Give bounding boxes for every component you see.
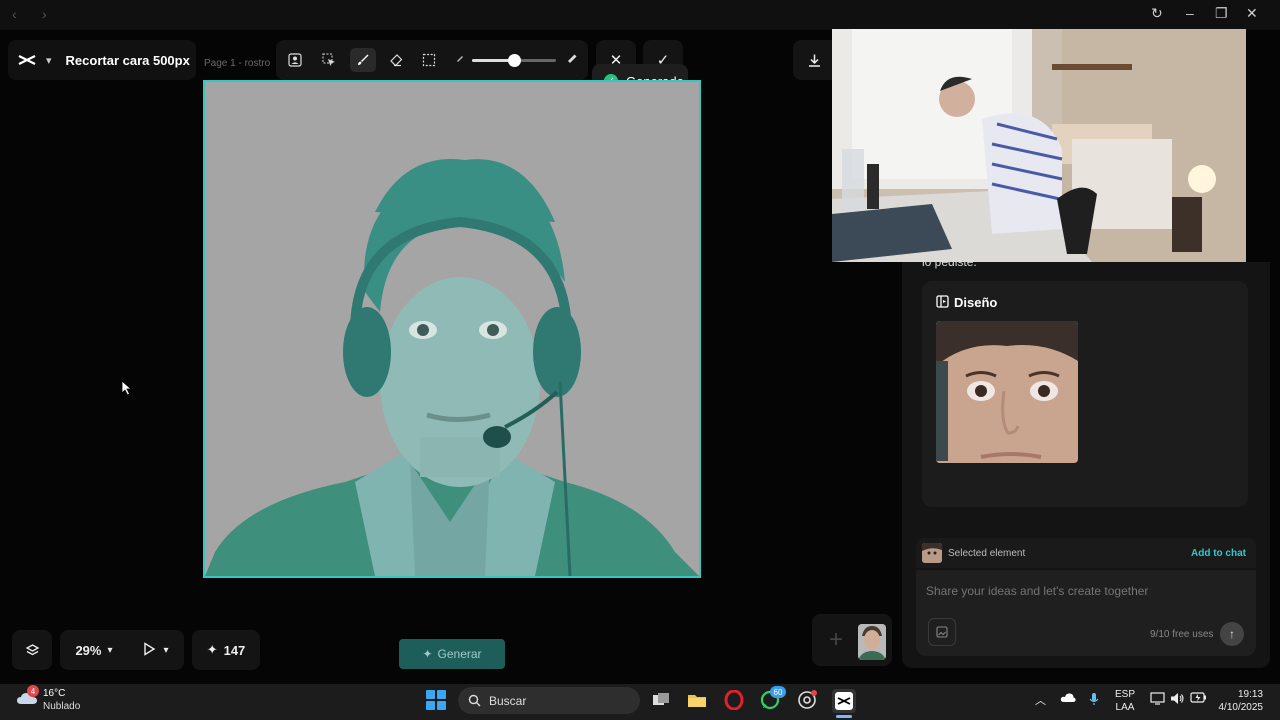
search-label: Buscar	[489, 693, 527, 708]
chat-composer: 9/10 free uses ↑	[916, 570, 1256, 656]
page-strip: +	[812, 614, 892, 666]
generate-button[interactable]: ✦ Generar	[399, 639, 505, 669]
webcam-overlay	[832, 29, 1246, 262]
download-button[interactable]	[793, 40, 835, 80]
design-card[interactable]: Diseño	[922, 281, 1248, 507]
windows-taskbar	[0, 684, 1280, 720]
task-view-icon[interactable]	[650, 689, 672, 711]
design-icon	[936, 295, 949, 311]
pointer-chevron-down-icon[interactable]: ▾	[164, 645, 169, 656]
layers-icon	[25, 643, 39, 655]
assistant-message-fragment: lo pediste.	[922, 255, 977, 269]
selected-element-row: Selected element Add to chat	[916, 538, 1256, 568]
canvas-artboard[interactable]	[203, 80, 701, 578]
attach-image-icon[interactable]	[928, 618, 956, 646]
send-arrow-icon[interactable]: ↑	[1220, 622, 1244, 646]
design-title: Diseño	[954, 295, 998, 310]
microphone-icon[interactable]	[1089, 692, 1099, 709]
temperature[interactable]: 16°C	[43, 688, 65, 699]
mask-toolbar	[276, 40, 588, 80]
assistant-panel: lo pediste. Diseño Selected element Add …	[902, 255, 1270, 668]
mouse-cursor-icon	[121, 380, 133, 396]
close-window-icon[interactable]: ✕	[1246, 5, 1258, 22]
canvas-image	[205, 82, 699, 576]
brush-size-slider[interactable]	[472, 54, 556, 67]
generate-label: Generar	[437, 647, 482, 661]
chat-input[interactable]	[926, 584, 1236, 598]
chevron-up-icon[interactable]: ︿	[1035, 692, 1046, 708]
taskbar-search[interactable]: Buscar	[458, 687, 640, 714]
whatsapp-badge: 60	[770, 686, 786, 698]
brush-size-knob[interactable]	[507, 54, 521, 67]
active-app-indicator	[836, 715, 852, 718]
battery-icon[interactable]	[1190, 692, 1207, 706]
project-title[interactable]: Recortar cara 500px	[66, 53, 190, 68]
lang-code: ESP	[1115, 689, 1136, 700]
windows-start-icon[interactable]	[426, 690, 446, 710]
clock-time: 19:13	[1237, 689, 1263, 700]
page-thumbnail[interactable]	[858, 624, 886, 660]
speaker-icon[interactable]	[1170, 692, 1185, 708]
brush-icon[interactable]	[350, 48, 376, 72]
eraser-icon[interactable]	[383, 48, 409, 72]
project-menu[interactable]: ▾ Recortar cara 500px	[8, 40, 196, 80]
back-icon[interactable]: ‹	[12, 6, 17, 22]
zoom-and-pointer-controls: 29% ▾ ▾	[60, 630, 184, 670]
add-to-chat-button[interactable]: Add to chat	[1191, 548, 1246, 559]
chrome-icon[interactable]	[796, 689, 818, 711]
free-uses-counter: 9/10 free uses	[1150, 629, 1214, 640]
reload-icon[interactable]: ↻	[1151, 5, 1163, 22]
selected-element-label: Selected element	[948, 547, 1026, 559]
minimize-icon[interactable]: –	[1186, 5, 1194, 21]
forward-icon[interactable]: ›	[42, 6, 47, 22]
sparkle-generate-icon: ✦	[422, 647, 433, 661]
layers-button[interactable]	[12, 630, 52, 670]
weather-condition[interactable]: Nublado	[43, 701, 80, 712]
zoom-chevron-down-icon[interactable]: ▾	[107, 645, 112, 656]
capcut-logo-icon	[16, 49, 38, 71]
taskbar-clock[interactable]: 19:13 4/10/2025	[1217, 688, 1264, 714]
zoom-value[interactable]: 29%	[75, 643, 101, 658]
download-icon	[808, 54, 820, 67]
pointer-tool-icon[interactable]	[143, 641, 156, 659]
webcam-video	[832, 29, 1246, 262]
opera-icon[interactable]	[723, 689, 745, 711]
chevron-down-icon[interactable]: ▾	[46, 54, 52, 67]
credits-display[interactable]: ✦ 147	[192, 630, 260, 670]
network-icon[interactable]	[1150, 692, 1166, 708]
input-language[interactable]: ESP LAA	[1115, 688, 1135, 714]
page-label: Page 1 - rostro	[204, 58, 271, 69]
lang-layout: LAA	[1115, 702, 1135, 713]
app-window: ‹ › ↻ – ❐ ✕ ▾ Recortar cara 500px Page 1…	[0, 0, 1280, 684]
weather-badge: 4	[27, 685, 39, 697]
clock-date: 4/10/2025	[1218, 702, 1264, 713]
capcut-taskbar-icon[interactable]	[832, 689, 856, 713]
search-icon	[468, 694, 481, 707]
title-bar: ‹ › ↻ – ❐ ✕	[0, 0, 1280, 30]
restore-icon[interactable]: ❐	[1215, 5, 1228, 22]
file-explorer-icon[interactable]	[686, 689, 708, 711]
credits-value: 147	[223, 642, 246, 658]
subject-select-icon[interactable]	[282, 48, 308, 72]
brush-size-small-icon	[446, 48, 472, 72]
smart-select-icon[interactable]	[316, 48, 342, 72]
brush-size-large-icon	[558, 48, 584, 72]
design-thumbnail[interactable]	[936, 321, 1078, 463]
sparkle-icon: ✦	[206, 642, 218, 657]
selected-element-thumbnail	[922, 543, 942, 563]
marquee-select-icon[interactable]	[416, 48, 442, 72]
onedrive-icon[interactable]	[1060, 692, 1076, 706]
add-page-icon[interactable]: +	[820, 624, 852, 656]
